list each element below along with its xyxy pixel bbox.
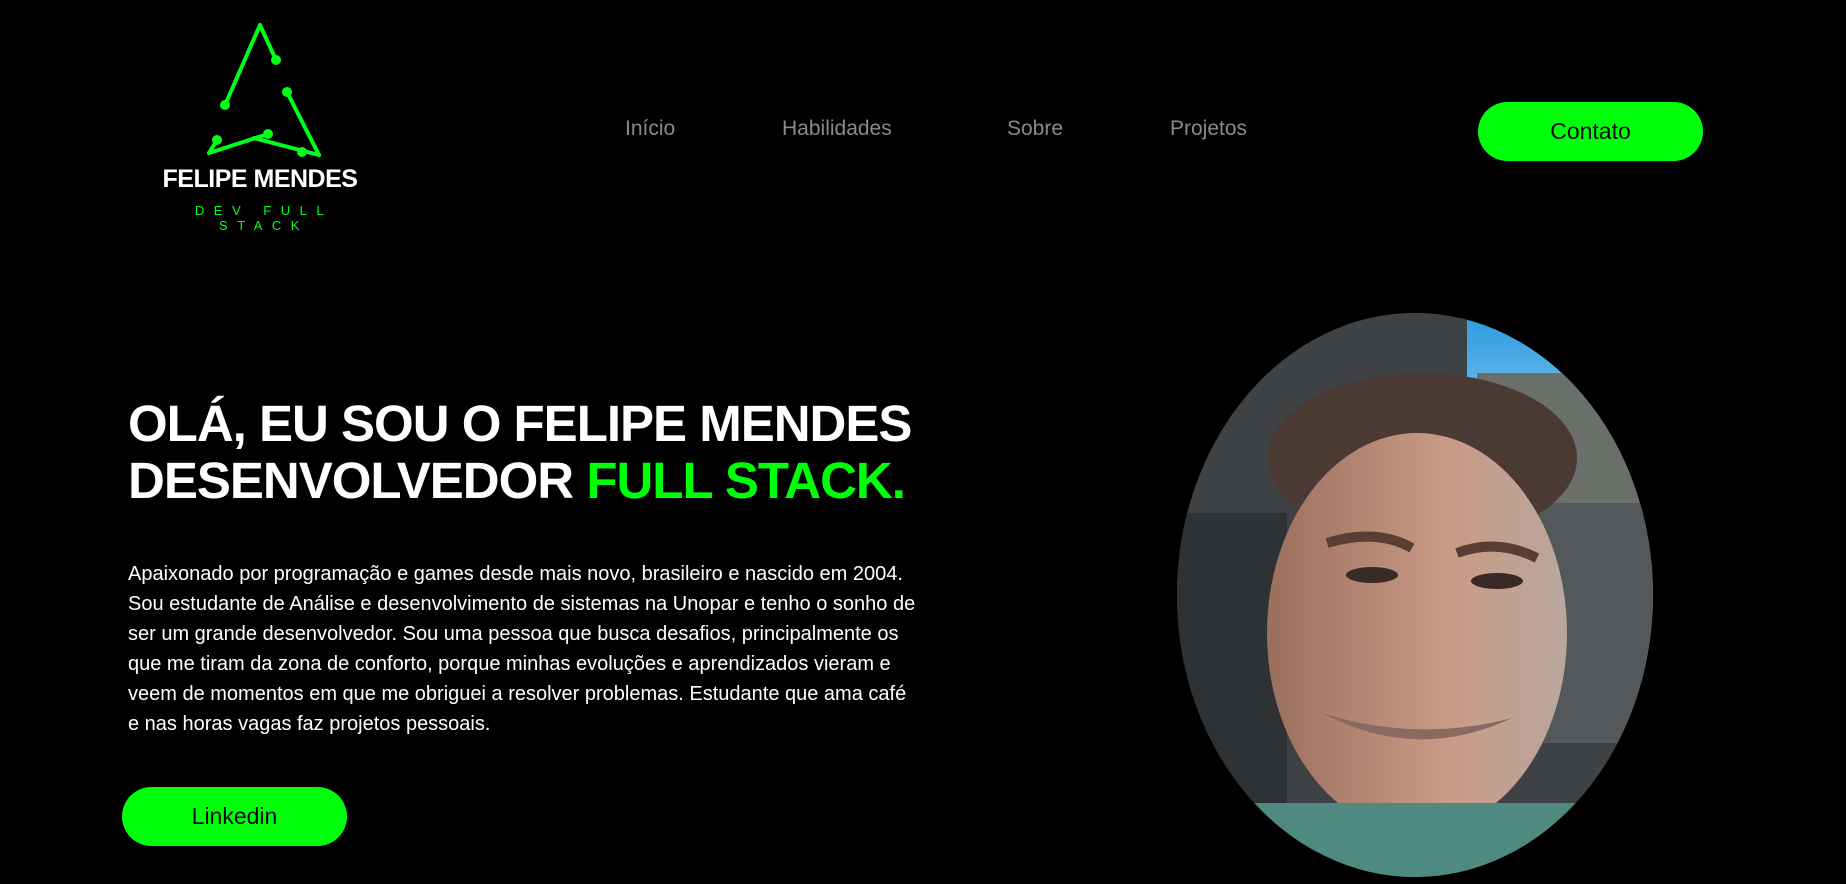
logo-tagline: DEV FULL STACK <box>194 203 334 233</box>
nav-item-habilidades[interactable]: Habilidades <box>782 117 892 141</box>
contact-button[interactable]: Contato <box>1478 102 1703 161</box>
hero-title: OLÁ, EU SOU O FELIPE MENDES DESENVOLVEDO… <box>128 395 912 509</box>
nav-item-projetos[interactable]: Projetos <box>1170 117 1247 141</box>
logo-name: FELIPE MENDES <box>162 165 358 193</box>
bio-line: e nas horas vagas faz projetos pessoais. <box>128 713 491 735</box>
bio-line: Apaixonado por programação e games desde… <box>128 563 903 585</box>
hero-title-accent: FULL STACK. <box>586 452 906 509</box>
nav-item-inicio[interactable]: Início <box>625 117 675 141</box>
bio-paragraph: Apaixonado por programação e games desde… <box>128 559 1028 739</box>
bio-line: veem de momentos em que me obriguei a re… <box>128 683 907 705</box>
profile-photo-illustration <box>1177 313 1653 877</box>
nav-item-sobre[interactable]: Sobre <box>1007 117 1063 141</box>
profile-photo <box>1177 313 1653 877</box>
bio-line: ser um grande desenvolvedor. Sou uma pes… <box>128 623 899 645</box>
hero-title-line2-prefix: DESENVOLVEDOR <box>128 452 587 509</box>
bio-line: Sou estudante de Análise e desenvolvimen… <box>128 593 916 615</box>
linkedin-button[interactable]: Linkedin <box>122 787 347 846</box>
bio-line: que me tiram da zona de conforto, porque… <box>128 653 891 675</box>
hero-title-line1: OLÁ, EU SOU O FELIPE MENDES <box>128 395 912 452</box>
page: FELIPE MENDES DEV FULL STACK Início Habi… <box>0 0 1846 884</box>
